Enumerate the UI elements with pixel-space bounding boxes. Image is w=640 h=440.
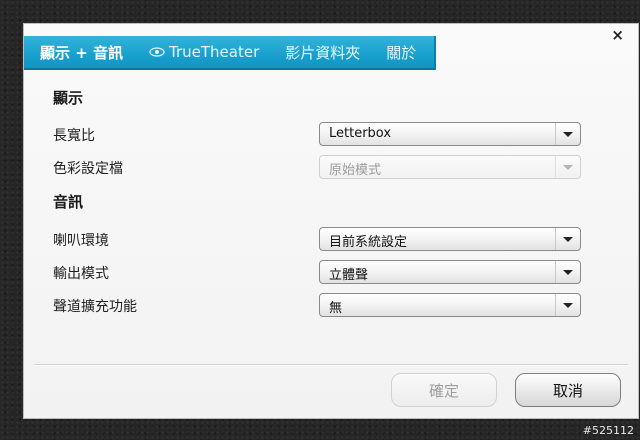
audio-section-title: 音訊 <box>53 193 84 211</box>
truetheater-icon <box>149 47 165 57</box>
channel-expansion-dropdown[interactable]: 無 <box>319 293 581 317</box>
channel-expansion-value: 無 <box>329 301 343 316</box>
chevron-down-icon <box>555 294 580 316</box>
watermark: #525112 <box>582 424 634 437</box>
channel-expansion-label: 聲道擴充功能 <box>53 299 137 315</box>
aspect-ratio-dropdown[interactable]: Letterbox <box>319 122 581 146</box>
tab-bar: 顯示 + 音訊 TrueTheater 影片資料夾 關於 <box>24 36 436 70</box>
tab-about[interactable]: 關於 <box>386 42 416 63</box>
chevron-down-icon <box>555 123 580 145</box>
color-profile-dropdown: 原始模式 <box>319 155 581 179</box>
output-mode-label: 輸出模式 <box>53 266 109 282</box>
footer-divider <box>34 364 628 366</box>
tab-video-info[interactable]: 影片資料夾 <box>285 42 360 63</box>
display-section-title: 顯示 <box>53 89 84 107</box>
output-mode-value: 立體聲 <box>329 268 369 283</box>
tab-truetheater[interactable]: TrueTheater <box>149 43 259 61</box>
speaker-label: 喇叭環境 <box>53 233 109 249</box>
aspect-ratio-label: 長寬比 <box>53 128 95 144</box>
color-profile-value: 原始模式 <box>329 163 382 178</box>
cancel-button[interactable]: 取消 <box>515 373 621 407</box>
ok-button[interactable]: 確定 <box>391 373 497 407</box>
speaker-value: 目前系統設定 <box>329 235 408 250</box>
close-button[interactable]: × <box>611 26 624 44</box>
tab-display-audio[interactable]: 顯示 + 音訊 <box>40 42 123 63</box>
tab-truetheater-label: TrueTheater <box>169 43 260 61</box>
color-profile-label: 色彩設定檔 <box>53 161 123 177</box>
chevron-down-icon <box>555 156 580 178</box>
speaker-dropdown[interactable]: 目前系統設定 <box>319 227 581 251</box>
settings-dialog: × 顯示 + 音訊 TrueTheater 影片資料夾 關於 顯示 長寬比 Le… <box>23 23 639 419</box>
aspect-ratio-value: Letterbox <box>329 126 392 141</box>
output-mode-dropdown[interactable]: 立體聲 <box>319 260 581 284</box>
chevron-down-icon <box>555 228 580 250</box>
chevron-down-icon <box>555 261 580 283</box>
